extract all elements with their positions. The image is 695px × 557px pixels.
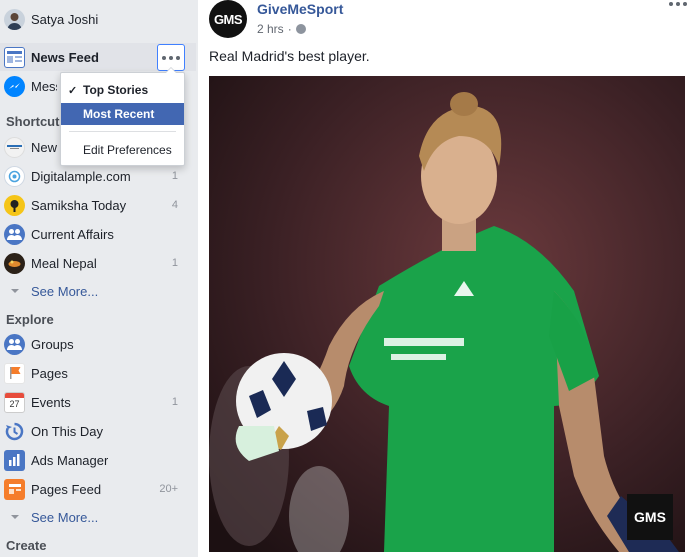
sidebar-item-label: Ads Manager	[31, 452, 109, 468]
chevron-down-icon	[4, 281, 25, 302]
see-more-label: See More...	[31, 509, 99, 525]
sidebar-item-label: Events	[31, 394, 71, 410]
sidebar-item-pages[interactable]: Pages	[0, 359, 196, 387]
sidebar-item-label: NewT	[31, 139, 57, 155]
sidebar-item-groups[interactable]: Groups	[0, 330, 196, 358]
sidebar-item-label: Meal Nepal	[31, 255, 97, 271]
checkmark-icon: ✓	[68, 84, 78, 97]
sidebar-item-count: 4	[171, 199, 178, 211]
explore-heading: Explore	[6, 312, 54, 327]
sidebar-item-label: On This Day	[31, 423, 104, 439]
post-meta: 2 hrs ·	[257, 22, 306, 36]
menu-item-edit-preferences[interactable]: Edit Preferences	[61, 139, 184, 161]
sidebar-item-count: 1	[171, 170, 178, 182]
see-more-shortcuts[interactable]: See More...	[0, 277, 196, 305]
post-options-button[interactable]	[669, 2, 687, 6]
dot-icon	[676, 2, 680, 6]
clock-icon	[4, 421, 25, 442]
post-caption: Real Madrid's best player.	[209, 48, 370, 64]
bar-chart-icon	[4, 449, 25, 471]
sidebar-item-count: 1	[171, 396, 178, 408]
sidebar-item-label: Pages Feed	[31, 481, 102, 497]
sidebar-item-label: Samiksha Today	[31, 197, 127, 213]
photo-illustration	[209, 76, 685, 552]
menu-item-most-recent[interactable]: Most Recent	[61, 103, 184, 125]
meta-separator: ·	[287, 22, 292, 36]
flag-icon	[4, 362, 25, 384]
globe-icon[interactable]	[295, 24, 306, 34]
sidebar-item-shortcut[interactable]: Meal Nepal 1	[0, 249, 196, 277]
sidebar-item-label: News Feed	[31, 49, 99, 65]
profile-link[interactable]: Satya Joshi	[0, 5, 196, 33]
shortcuts-heading: Shortcuts	[6, 114, 67, 129]
profile-avatar	[4, 8, 25, 30]
messenger-icon	[4, 75, 25, 97]
groups-icon	[4, 223, 25, 245]
sidebar-item-count: 1	[171, 257, 178, 269]
sidebar-item-pages-feed[interactable]: Pages Feed 20+	[0, 475, 196, 503]
sidebar-item-ads-manager[interactable]: Ads Manager	[0, 446, 196, 474]
sidebar-item-label: Pages	[31, 365, 68, 381]
see-more-label: See More...	[31, 283, 99, 299]
sidebar-item-label: Messenger	[31, 78, 57, 94]
dot-icon	[176, 55, 180, 60]
profile-name: Satya Joshi	[31, 11, 99, 27]
dot-icon	[162, 55, 166, 60]
sidebar-item-count: 20+	[159, 483, 178, 495]
shortcut-samiksha-icon	[4, 194, 25, 216]
news-feed-icon	[4, 46, 25, 68]
chevron-down-icon	[4, 507, 25, 528]
see-more-explore[interactable]: See More...	[0, 503, 196, 531]
menu-item-label: Edit Preferences	[83, 143, 172, 157]
shortcut-newt-icon	[4, 136, 25, 158]
create-heading: Create	[6, 538, 47, 553]
shortcut-meal-nepal-icon	[4, 252, 25, 274]
sidebar-item-shortcut[interactable]: Samiksha Today 4	[0, 191, 196, 219]
news-feed-sort-menu: ✓ Top Stories Most Recent Edit Preferenc…	[60, 67, 185, 166]
groups-icon	[4, 333, 25, 355]
sidebar-item-label: Groups	[31, 336, 74, 352]
post-card: GMS GiveMeSport 2 hrs · Real Madrid's be…	[198, 0, 695, 557]
sidebar-item-label: Digitalample.com	[31, 168, 131, 184]
menu-item-top-stories[interactable]: ✓ Top Stories	[61, 79, 184, 101]
dot-icon	[683, 2, 687, 6]
dot-icon	[669, 2, 673, 6]
sidebar-item-shortcut[interactable]: Digitalample.com 1	[0, 162, 196, 190]
sidebar-item-events[interactable]: 27 Events 1	[0, 388, 196, 416]
sidebar-item-shortcut[interactable]: Current Affairs	[0, 220, 196, 248]
dot-icon	[169, 55, 173, 60]
page-name-link[interactable]: GiveMeSport	[257, 1, 343, 17]
calendar-date: 27	[9, 399, 20, 409]
menu-item-label: Top Stories	[83, 83, 149, 97]
menu-divider	[69, 131, 176, 132]
gms-watermark: GMS	[627, 494, 673, 540]
sidebar-item-on-this-day[interactable]: On This Day	[0, 417, 196, 445]
shortcut-digitalample-icon	[4, 165, 25, 187]
sidebar-item-label: Current Affairs	[31, 226, 114, 242]
pages-feed-icon	[4, 478, 25, 500]
post-photo[interactable]: GMS	[209, 76, 685, 552]
menu-item-label: Most Recent	[83, 107, 155, 121]
post-timestamp[interactable]: 2 hrs	[257, 22, 284, 36]
page-avatar[interactable]: GMS	[209, 0, 247, 38]
calendar-icon: 27	[4, 391, 25, 413]
